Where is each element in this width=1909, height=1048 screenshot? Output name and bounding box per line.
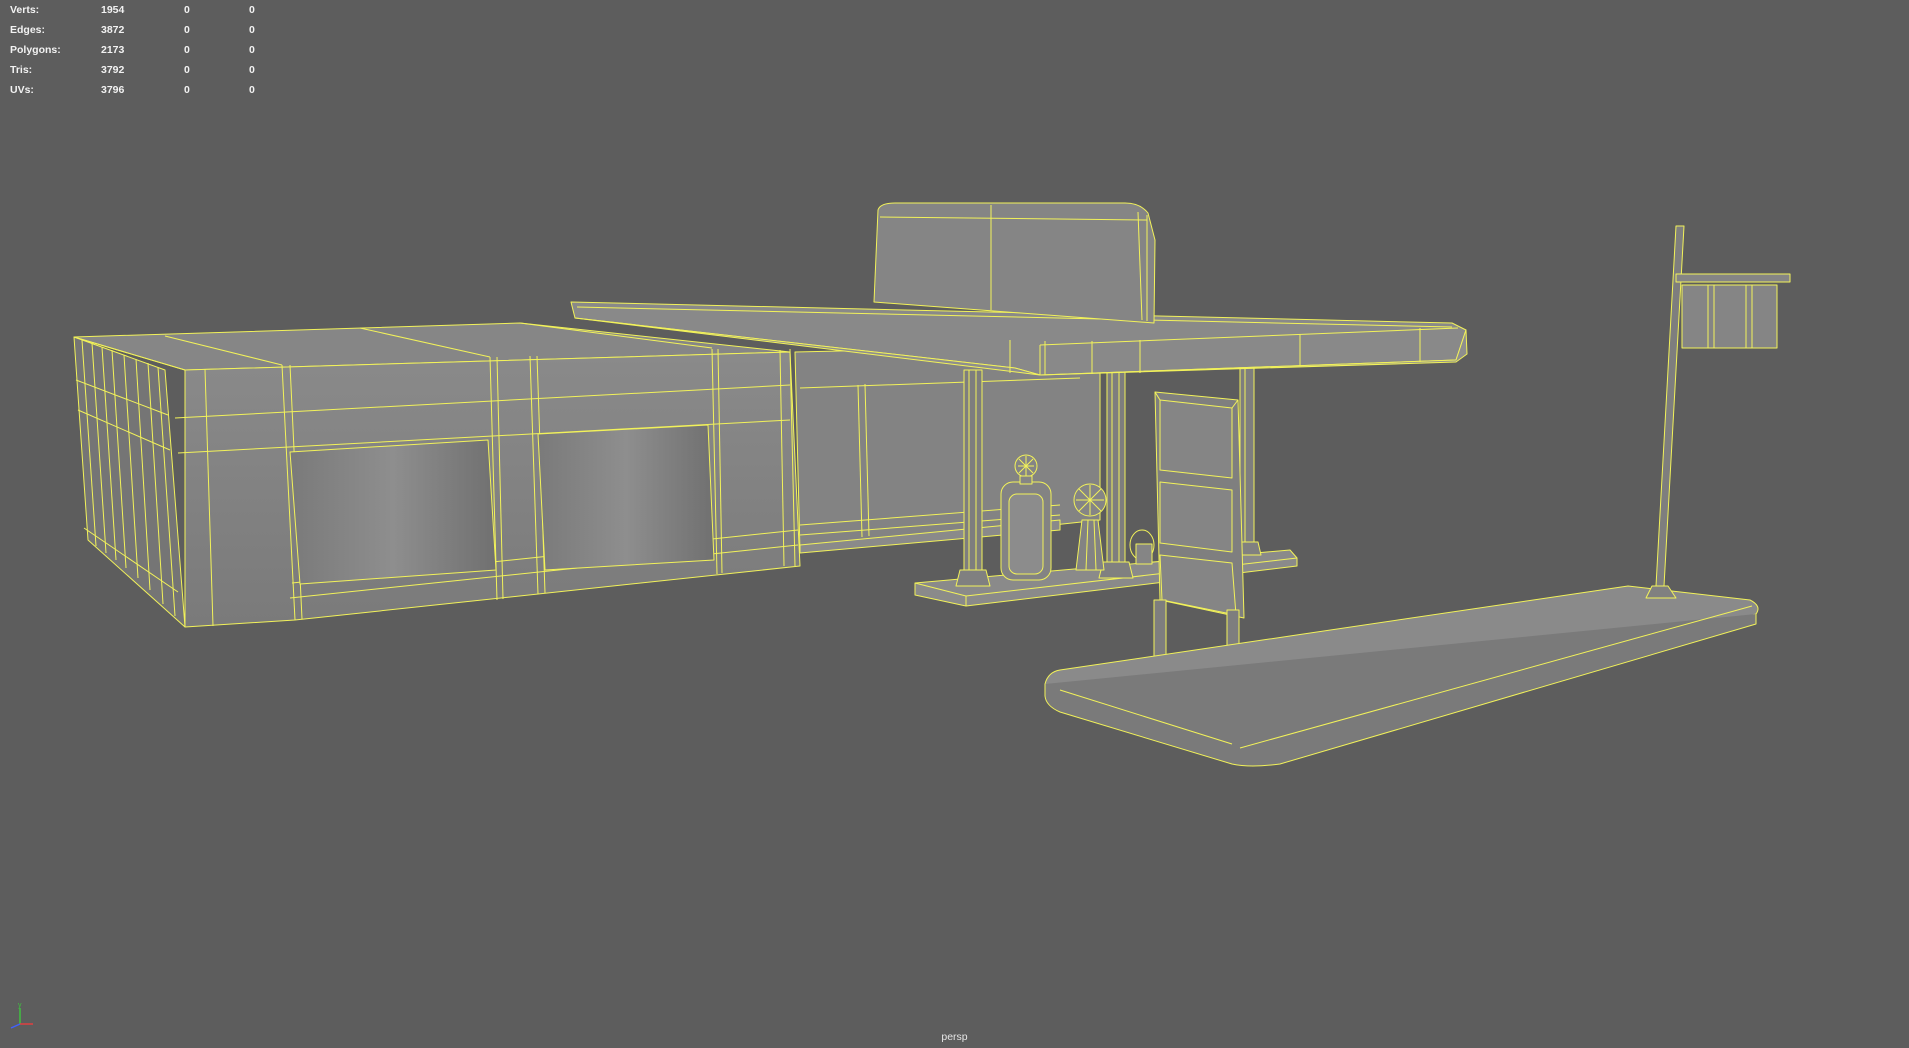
hud-value: 0 [184,24,190,36]
hud-label: Tris: [10,64,33,76]
poly-count-hud: Verts: 1954 0 0 Edges: 3872 0 0 Polygons… [10,0,270,100]
hud-value: 0 [249,44,255,56]
y-axis-label: y [18,1002,22,1009]
hud-value: 2173 [101,44,125,56]
hud-value: 0 [249,4,255,16]
hud-value: 3796 [101,84,125,96]
hud-label: Polygons: [10,44,61,56]
hud-label: Verts: [10,4,40,16]
hud-value: 0 [249,24,255,36]
hud-row-verts: Verts: 1954 0 0 [10,0,270,20]
hud-value: 0 [184,4,190,16]
axis-gizmo-icon: y [10,1002,33,1029]
hud-value: 0 [184,64,190,76]
hud-row-edges: Edges: 3872 0 0 [10,20,270,40]
z-axis-line [10,1023,21,1029]
hud-value: 0 [249,64,255,76]
hud-label: Edges: [10,24,46,36]
building[interactable] [73,322,801,628]
sidewalk-slab[interactable] [1044,585,1759,767]
hud-row-polygons: Polygons: 2173 0 0 [10,40,270,60]
hud-row-uvs: UVs: 3796 0 0 [10,80,270,100]
hud-label: UVs: [10,84,34,96]
camera-name-label: persp [941,1031,968,1043]
shop-front[interactable] [794,344,1101,554]
flag-pole[interactable] [1645,225,1791,599]
hud-value: 3792 [101,64,125,76]
hud-value: 1954 [101,4,125,16]
hud-value: 0 [184,44,190,56]
hud-value: 0 [184,84,190,96]
viewport-persp[interactable]: Verts: 1954 0 0 Edges: 3872 0 0 Polygons… [0,0,1909,1048]
roof-sign[interactable] [873,202,1156,324]
hud-value: 3872 [101,24,125,36]
gas-station-model[interactable] [0,0,1909,1048]
hud-row-tris: Tris: 3792 0 0 [10,60,270,80]
hud-value: 0 [249,84,255,96]
